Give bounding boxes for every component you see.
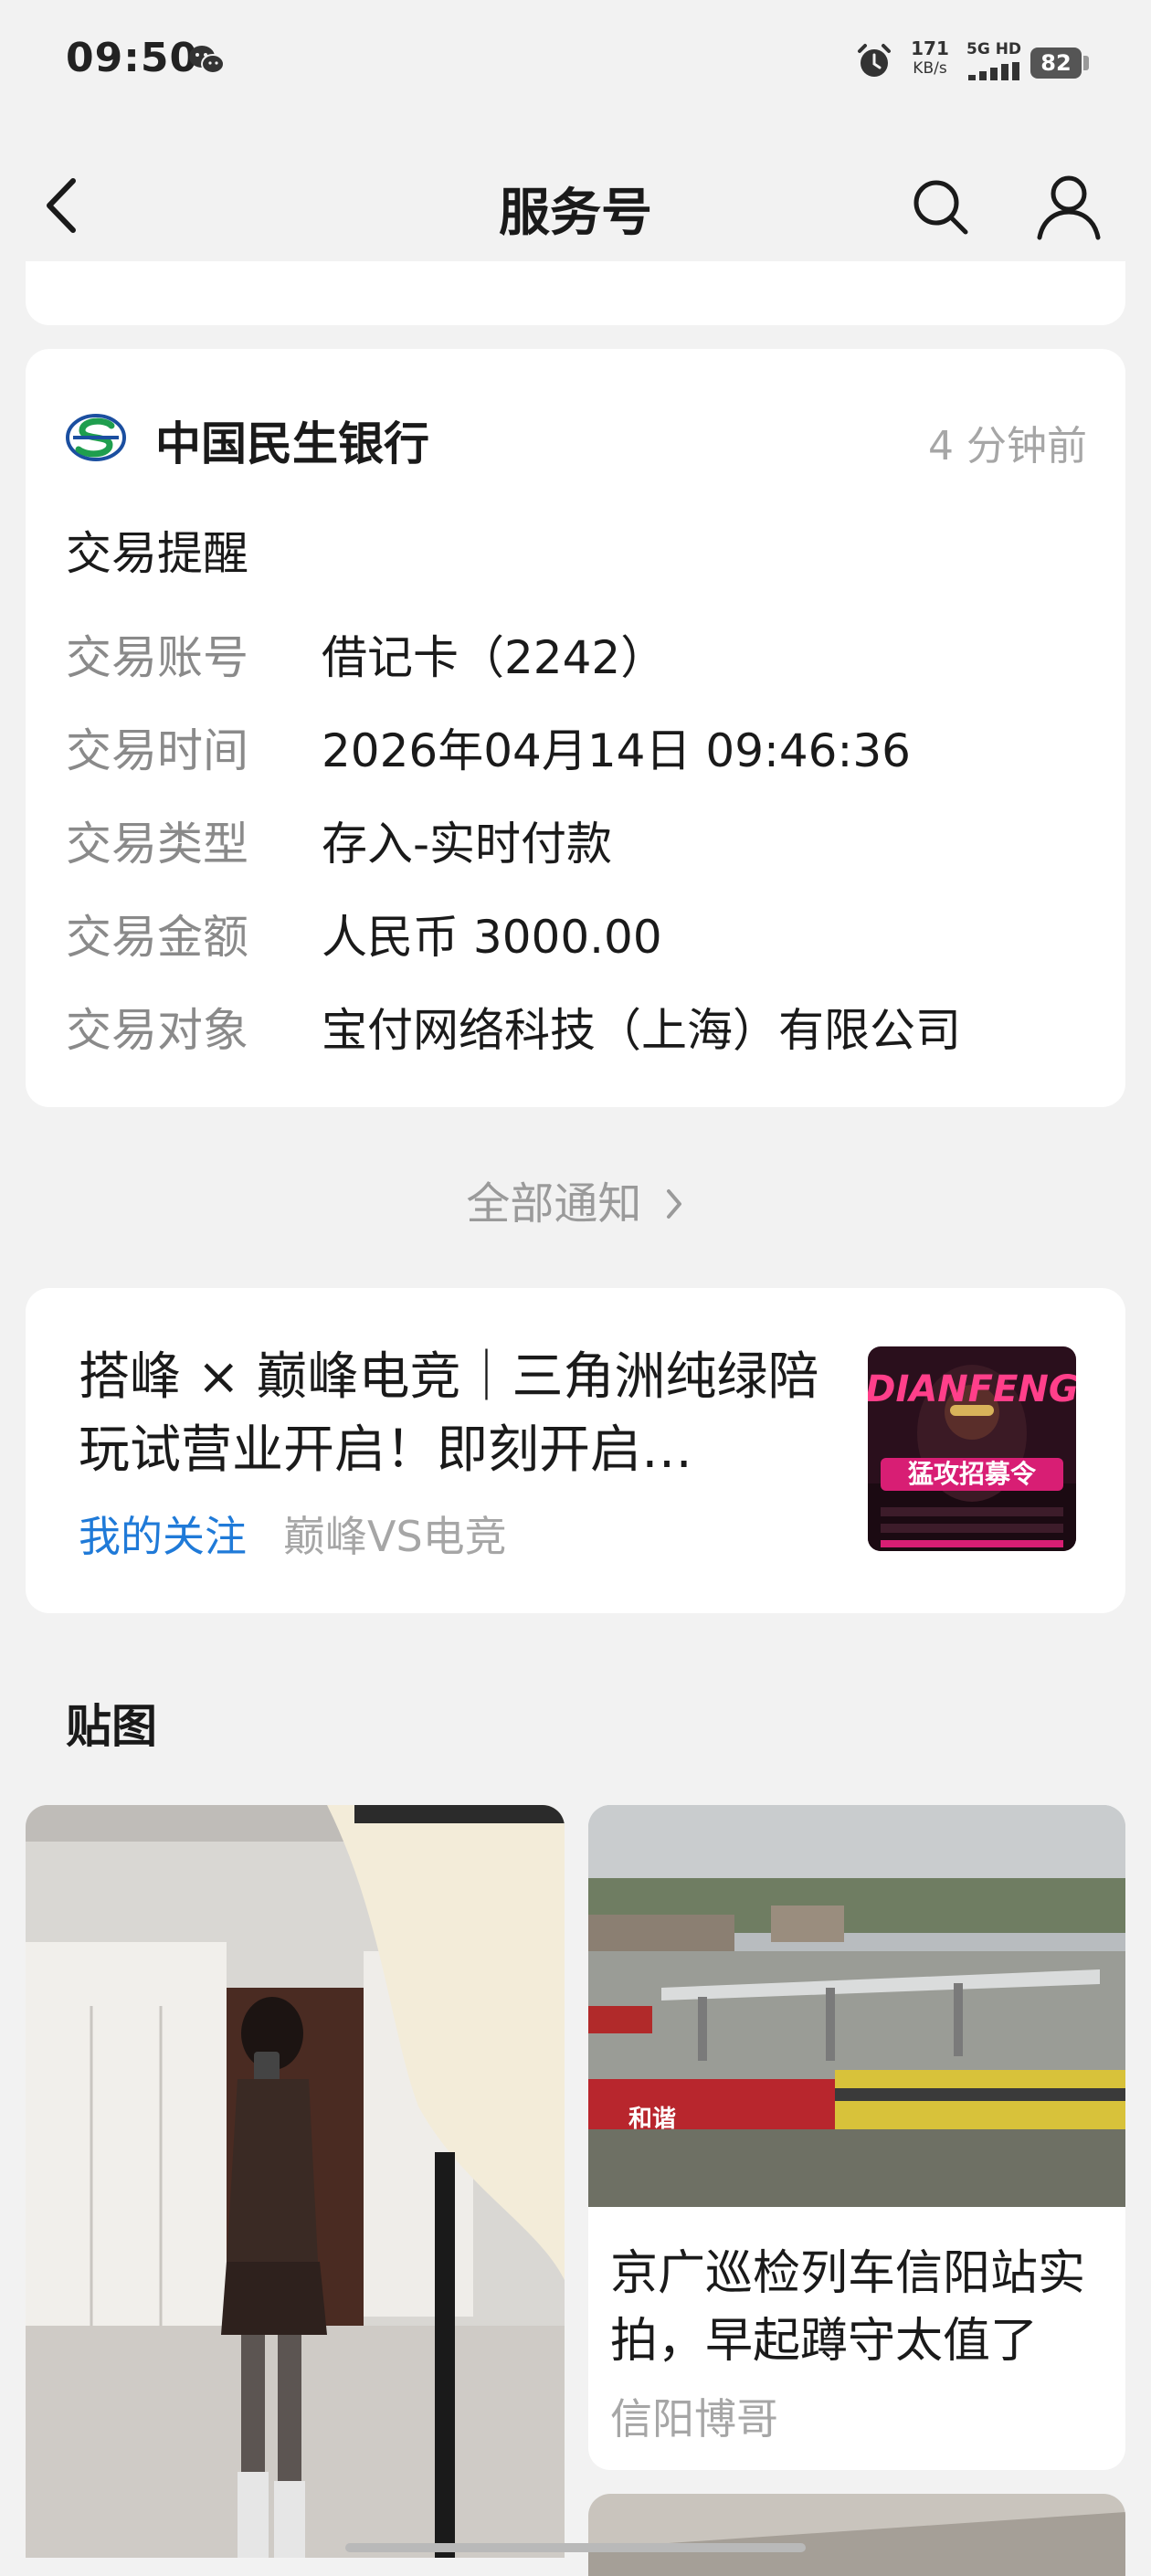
search-icon [913, 180, 968, 235]
photo-tile-right[interactable]: 和谐 京广巡检列车信阳站实拍，早起蹲守太值了 信阳博哥 [588, 1805, 1125, 2470]
all-notifications-label: 全部通知 [466, 1178, 642, 1230]
all-notifications-link[interactable]: 全部通知 [438, 1167, 713, 1231]
page-title: 服务号 [499, 184, 652, 243]
train-label: 和谐 [628, 2106, 676, 2133]
row-label-time: 交易时间 [66, 724, 248, 777]
network-type: 5G HD [966, 40, 1022, 58]
row-label-account: 交易账号 [66, 631, 248, 684]
home-indicator[interactable] [345, 2543, 806, 2552]
back-button[interactable] [37, 174, 91, 238]
article-title[interactable]: 搭峰 × 巅峰电竞｜三角洲纯绿陪玩试营业开启！即刻开启… [79, 1341, 846, 1487]
profile-button[interactable] [1034, 172, 1103, 241]
article-source[interactable]: 巅峰VS电竞 [283, 1504, 507, 1564]
previous-message-card [26, 261, 1125, 325]
person-icon [1037, 175, 1101, 240]
photo-title[interactable]: 京广巡检列车信阳站实拍，早起蹲守太值了 [610, 2240, 1103, 2375]
thumb-brand-text: DIANFENG [868, 1368, 1076, 1410]
row-label-counterparty: 交易对象 [66, 1004, 248, 1057]
photo-tile-left[interactable] [26, 1805, 565, 2558]
alarm-icon [855, 42, 893, 80]
bank-logo-icon [66, 413, 126, 462]
status-time: 09:50 [66, 35, 199, 81]
signal-bars-icon [968, 62, 1019, 80]
network-speed-value: 171 [911, 37, 949, 59]
chevron-right-icon [666, 1189, 681, 1219]
status-bar: 09:50 171 KB/s 5G HD 82 [0, 0, 1151, 119]
row-value-account: 借记卡（2242） [322, 631, 667, 684]
row-value-counterparty: 宝付网络科技（上海）有限公司 [322, 1004, 961, 1057]
row-value-time: 2026年04月14日 09:46:36 [322, 724, 911, 777]
network-speed: 171 KB/s [904, 38, 956, 79]
article-follow-tag: 我的关注 [79, 1512, 247, 1561]
message-time: 4 分钟前 [928, 423, 1087, 470]
row-label-amount: 交易金额 [66, 911, 248, 964]
thumb-promo-text: 猛攻招募令 [908, 1459, 1037, 1489]
signal-indicator: 5G HD [966, 40, 1023, 82]
wechat-icon [188, 44, 225, 77]
search-button[interactable] [909, 175, 973, 239]
section-title: 贴图 [66, 1700, 157, 1753]
article-thumbnail[interactable]: DIANFENG 猛攻招募令 [868, 1346, 1076, 1551]
photo-author[interactable]: 信阳博哥 [610, 2386, 778, 2446]
network-speed-unit: KB/s [913, 59, 947, 78]
photo-tile-next[interactable] [588, 2494, 1125, 2576]
chevron-left-icon [47, 178, 76, 233]
battery-tip [1083, 56, 1089, 70]
battery-indicator: 82 [1030, 48, 1082, 79]
train-photo: 和谐 [588, 1805, 1125, 2207]
row-label-type: 交易类型 [66, 818, 248, 871]
row-value-type: 存入-实时付款 [322, 818, 613, 871]
sender-name[interactable]: 中国民生银行 [155, 407, 429, 473]
message-title: 交易提醒 [66, 527, 248, 580]
row-value-amount: 人民币 3000.00 [322, 911, 662, 964]
